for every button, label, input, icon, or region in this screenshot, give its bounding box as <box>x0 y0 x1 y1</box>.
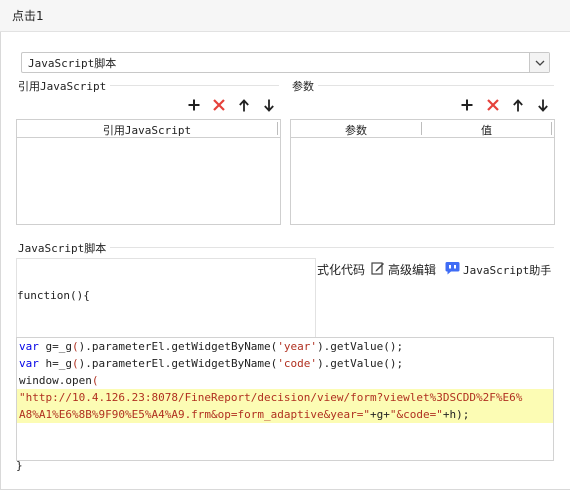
params-table-body[interactable] <box>291 138 554 224</box>
add-icon[interactable] <box>459 97 475 113</box>
code-line: var h=_g().parameterEl.getWidgetByName('… <box>19 357 404 370</box>
move-down-icon[interactable] <box>261 97 277 113</box>
code-line: var g=_g().parameterEl.getWidgetByName('… <box>19 340 404 353</box>
params-label: 参数 <box>292 78 318 94</box>
js-section-label: JavaScript脚本 <box>18 240 111 256</box>
table-header: 引用JavaScript <box>17 120 280 138</box>
column-header-param[interactable]: 参数 <box>291 122 421 138</box>
advanced-edit-label: 高级编辑 <box>388 263 437 277</box>
js-header-box: function(){ <box>16 258 316 340</box>
params-divider <box>292 85 554 86</box>
move-down-icon[interactable] <box>535 97 551 113</box>
edit-icon <box>371 261 385 278</box>
function-header: function(){ <box>17 289 90 302</box>
script-type-select[interactable]: JavaScript脚本 <box>21 52 550 73</box>
js-assistant-label: JavaScript助手 <box>463 263 552 277</box>
ref-js-table-body[interactable] <box>17 138 280 224</box>
ref-js-label: 引用JavaScript <box>18 78 111 94</box>
delete-icon[interactable] <box>211 97 227 113</box>
add-icon[interactable] <box>186 97 202 113</box>
params-table[interactable]: 参数 值 <box>290 119 555 225</box>
column-header-value[interactable]: 值 <box>422 122 551 138</box>
column-divider <box>551 122 552 135</box>
table-header: 参数 值 <box>291 120 554 138</box>
code-line: "http://10.4.126.23:8078/FineReport/deci… <box>19 391 523 404</box>
move-up-icon[interactable] <box>510 97 526 113</box>
code-editor[interactable]: var g=_g().parameterEl.getWidgetByName('… <box>16 337 554 461</box>
move-up-icon[interactable] <box>236 97 252 113</box>
script-type-value: JavaScript脚本 <box>28 57 117 70</box>
column-divider <box>277 122 278 135</box>
function-footer: } <box>16 459 23 472</box>
format-code-button[interactable]: 式化代码 <box>317 261 365 278</box>
window-titlebar: 点击1 <box>0 0 570 32</box>
js-assistant-button[interactable]: JavaScript助手 <box>445 261 551 278</box>
advanced-edit-button[interactable]: 高级编辑 <box>371 261 436 278</box>
window-title: 点击1 <box>12 9 44 23</box>
code-line: A8%A1%E6%8B%9F90%E5%A4%A9.frm&op=form_ad… <box>19 408 470 421</box>
format-code-label: 式化代码 <box>317 263 366 277</box>
delete-icon[interactable] <box>485 97 501 113</box>
assistant-icon <box>445 261 460 278</box>
ref-js-table[interactable]: 引用JavaScript <box>16 119 281 225</box>
code-line: window.open( <box>19 374 99 387</box>
chevron-down-icon[interactable] <box>529 53 549 72</box>
column-header-ref-js[interactable]: 引用JavaScript <box>17 122 277 138</box>
